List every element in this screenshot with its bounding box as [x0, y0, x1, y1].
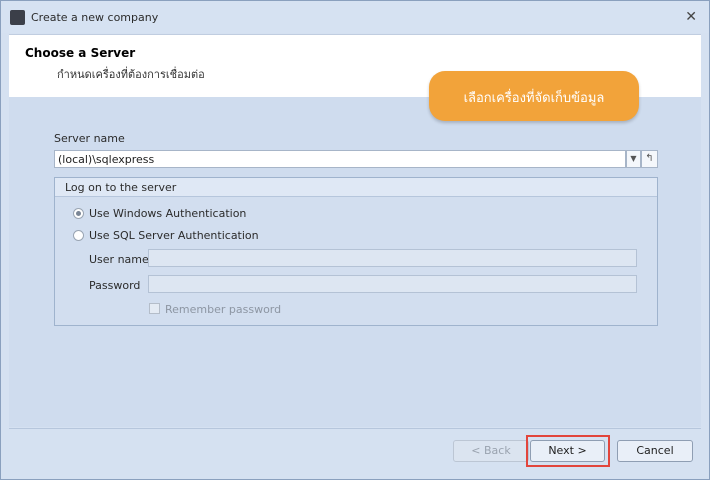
- username-label: User name: [89, 253, 149, 266]
- remember-password-label: Remember password: [165, 303, 282, 316]
- password-label: Password: [89, 279, 141, 292]
- password-field[interactable]: [148, 275, 637, 293]
- logon-group-title: Log on to the server: [65, 181, 177, 194]
- windows-auth-label[interactable]: Use Windows Authentication: [89, 207, 246, 220]
- page-title: Choose a Server: [25, 46, 136, 60]
- server-name-label: Server name: [54, 132, 125, 145]
- dialog-window: Create a new company ✕ Choose a Server ก…: [0, 0, 710, 480]
- sql-auth-radio[interactable]: [73, 230, 84, 241]
- windows-auth-radio[interactable]: [73, 208, 84, 219]
- app-icon: [10, 10, 25, 25]
- back-button[interactable]: < Back: [453, 440, 529, 462]
- window-title: Create a new company: [31, 11, 159, 24]
- server-name-input[interactable]: (local)\sqlexpress: [54, 150, 626, 168]
- close-icon[interactable]: ✕: [685, 9, 697, 25]
- refresh-icon[interactable]: ↰: [641, 150, 658, 168]
- logon-group-header: Log on to the server: [55, 178, 657, 197]
- page-subtitle: กำหนดเครื่องที่ต้องการเชื่อมต่อ: [57, 68, 205, 81]
- callout-text: เลือกเครื่องที่จัดเก็บข้อมูล: [463, 91, 605, 106]
- title-bar: Create a new company ✕: [1, 1, 709, 33]
- sql-auth-label[interactable]: Use SQL Server Authentication: [89, 229, 259, 242]
- footer-divider: [9, 428, 701, 429]
- cancel-button[interactable]: Cancel: [617, 440, 693, 462]
- chevron-down-icon[interactable]: ▼: [626, 150, 641, 168]
- next-button-highlight: [526, 435, 610, 467]
- callout-bubble: เลือกเครื่องที่จัดเก็บข้อมูล: [429, 71, 639, 121]
- remember-password-checkbox[interactable]: [149, 303, 160, 314]
- username-field[interactable]: [148, 249, 637, 267]
